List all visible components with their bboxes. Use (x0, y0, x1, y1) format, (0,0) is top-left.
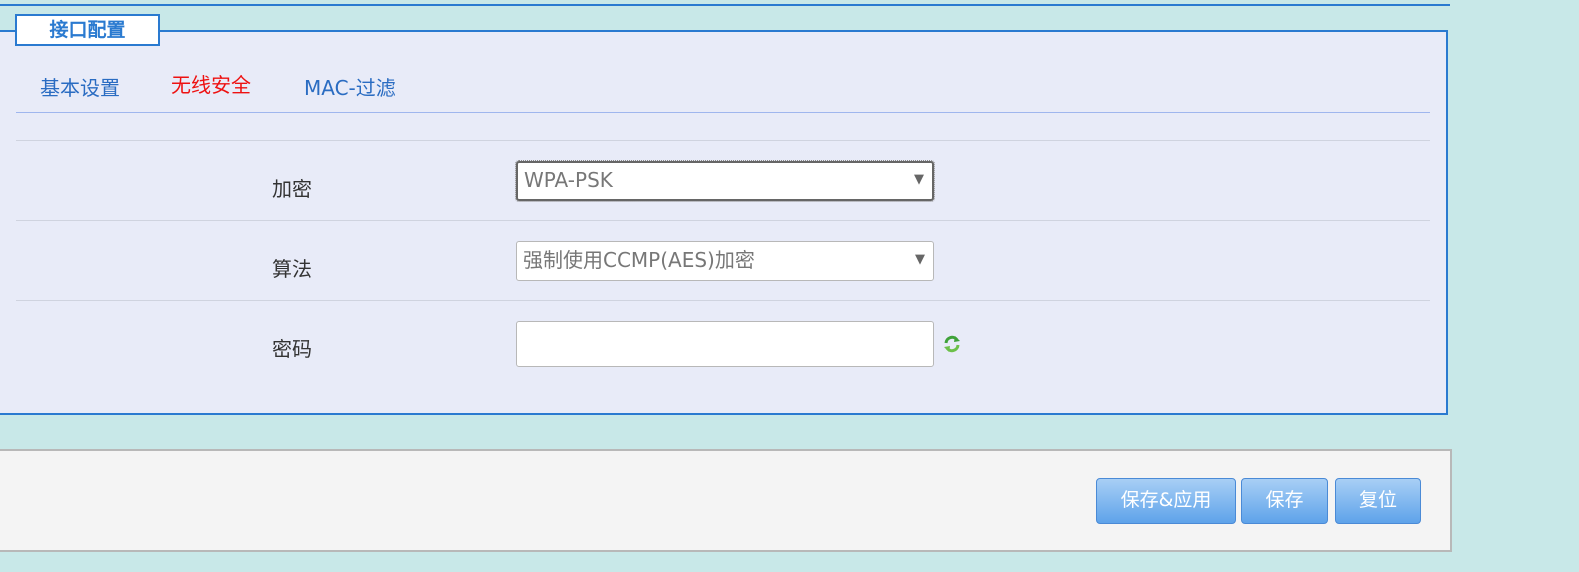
password-label: 密码 (272, 337, 312, 361)
save-button[interactable]: 保存 (1241, 478, 1328, 524)
algorithm-label: 算法 (272, 257, 312, 281)
save-apply-button[interactable]: 保存&应用 (1096, 478, 1236, 524)
algorithm-select-value: 强制使用CCMP(AES)加密 (523, 248, 755, 272)
tab-mac-filter[interactable]: MAC-过滤 (304, 72, 396, 101)
algorithm-select[interactable]: 强制使用CCMP(AES)加密 ▼ (516, 241, 934, 281)
reset-button[interactable]: 复位 (1335, 478, 1421, 524)
encryption-select-value: WPA-PSK (524, 168, 613, 192)
chevron-down-icon: ▼ (915, 252, 925, 267)
encryption-row: 加密 WPA-PSK ▼ (16, 140, 1430, 221)
algorithm-row: 算法 强制使用CCMP(AES)加密 ▼ (16, 220, 1430, 301)
password-input[interactable] (516, 321, 934, 367)
top-panel-edge (0, 0, 1450, 6)
tab-wireless-security[interactable]: 无线安全 (171, 69, 251, 98)
action-footer: 保存&应用 保存 复位 (0, 449, 1452, 552)
interface-config-panel: 基本设置 无线安全 MAC-过滤 加密 WPA-PSK ▼ 算法 强制使用CCM… (0, 30, 1448, 415)
section-legend: 接口配置 (15, 14, 160, 46)
password-row: 密码 (16, 300, 1430, 381)
tab-bar: 基本设置 无线安全 MAC-过滤 (16, 72, 1430, 113)
encryption-select[interactable]: WPA-PSK ▼ (515, 160, 935, 202)
encryption-label: 加密 (272, 177, 312, 201)
tab-basic-settings[interactable]: 基本设置 (40, 72, 120, 101)
refresh-icon[interactable] (942, 334, 962, 354)
chevron-down-icon: ▼ (914, 172, 924, 187)
